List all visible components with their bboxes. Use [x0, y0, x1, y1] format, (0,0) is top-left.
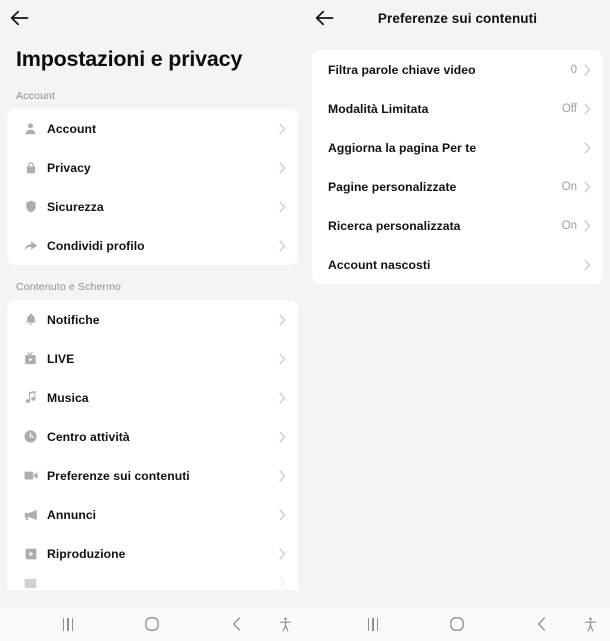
- dual-screenshot: Impostazioni e privacy Account Account P…: [0, 0, 610, 641]
- chevron-right-icon: [279, 469, 286, 482]
- sidebar-item-privacy[interactable]: Privacy: [7, 148, 298, 187]
- clock-icon: [23, 429, 38, 444]
- list-item-label: Account nascosti: [328, 257, 431, 272]
- chevron-right-icon: [279, 391, 286, 404]
- recents-icon[interactable]: [46, 607, 90, 641]
- back-icon[interactable]: [216, 607, 256, 641]
- settings-privacy-screen: Impostazioni e privacy Account Account P…: [0, 0, 305, 641]
- chevron-right-icon: [279, 239, 286, 252]
- chevron-right-icon: [279, 161, 286, 174]
- list-item-value: On: [561, 219, 577, 232]
- list-item-account-nascosti[interactable]: Account nascosti: [312, 245, 603, 284]
- back-arrow-icon[interactable]: [0, 0, 38, 36]
- left-topbar: [0, 0, 305, 36]
- sidebar-item-sicurezza[interactable]: Sicurezza: [7, 187, 298, 226]
- sidebar-item-live[interactable]: LIVE: [7, 339, 298, 378]
- chevron-right-icon: [279, 430, 286, 443]
- accessibility-icon[interactable]: [573, 607, 607, 641]
- chevron-right-icon: [279, 122, 286, 135]
- list-item-aggiorna-la-pagina-per-te[interactable]: Aggiorna la pagina Per te: [312, 128, 603, 167]
- chevron-right-icon: [279, 352, 286, 365]
- sidebar-item-notifiche[interactable]: Notifiche: [7, 300, 298, 339]
- recents-icon[interactable]: [351, 607, 395, 641]
- sidebar-item-label: LIVE: [47, 351, 75, 366]
- content-preferences-group: Filtra parole chiave video 0 Modalità Li…: [312, 50, 603, 284]
- list-item-modalita-limitata[interactable]: Modalità Limitata Off: [312, 89, 603, 128]
- list-item-clipped[interactable]: [7, 573, 298, 590]
- video-camera-icon: [23, 468, 38, 483]
- sidebar-item-condividi-profilo[interactable]: Condividi profilo: [7, 226, 298, 265]
- list-item-value: 0: [570, 63, 577, 76]
- sidebar-item-label: Centro attività: [47, 429, 130, 444]
- music-note-icon: [23, 390, 38, 405]
- chevron-right-icon: [279, 313, 286, 326]
- partial-icon: [23, 576, 38, 590]
- sidebar-item-label: Condividi profilo: [47, 238, 145, 253]
- list-item-label: Modalità Limitata: [328, 101, 429, 116]
- sidebar-item-label: Annunci: [47, 507, 97, 522]
- person-icon: [23, 121, 38, 136]
- list-item-value: On: [561, 180, 577, 193]
- chevron-right-icon: [279, 576, 286, 588]
- sidebar-item-riproduzione[interactable]: Riproduzione: [7, 534, 298, 573]
- page-title: Preferenze sui contenuti: [377, 10, 538, 26]
- home-icon[interactable]: [435, 607, 479, 641]
- chevron-right-icon: [279, 508, 286, 521]
- chevron-right-icon: [584, 258, 591, 271]
- list-item-value: Off: [561, 102, 577, 115]
- chevron-right-icon: [584, 141, 591, 154]
- list-item-ricerca-personalizzata[interactable]: Ricerca personalizzata On: [312, 206, 603, 245]
- list-item-label: [47, 576, 279, 590]
- sidebar-item-label: Riproduzione: [47, 546, 126, 561]
- list-item-label: Filtra parole chiave video: [328, 62, 476, 77]
- sidebar-item-musica[interactable]: Musica: [7, 378, 298, 417]
- right-topbar: Preferenze sui contenuti: [305, 0, 610, 36]
- chevron-right-icon: [584, 102, 591, 115]
- section-label-contenuto-e-schermo: Contenuto e Schermo: [16, 281, 121, 293]
- content-preferences-screen: Preferenze sui contenuti Filtra parole c…: [305, 0, 610, 641]
- accessibility-icon[interactable]: [268, 607, 302, 641]
- page-title: Impostazioni e privacy: [16, 47, 243, 71]
- chevron-right-icon: [584, 63, 591, 76]
- settings-group-contenuto: Notifiche LIVE Musica Centro attività Pr…: [7, 300, 298, 590]
- list-item-label: Ricerca personalizzata: [328, 218, 461, 233]
- bell-icon: [23, 312, 38, 327]
- live-icon: [23, 351, 38, 366]
- chevron-right-icon: [279, 200, 286, 213]
- megaphone-icon: [23, 507, 38, 522]
- settings-list-scroll[interactable]: Account Account Privacy Sicurezza Condiv…: [0, 74, 305, 607]
- sidebar-item-label: Musica: [47, 390, 89, 405]
- lock-icon: [23, 160, 38, 175]
- sidebar-item-label: Sicurezza: [47, 199, 104, 214]
- sidebar-item-preferenze-sui-contenuti[interactable]: Preferenze sui contenuti: [7, 456, 298, 495]
- sidebar-item-account[interactable]: Account: [7, 109, 298, 148]
- shield-icon: [23, 199, 38, 214]
- chevron-right-icon: [279, 547, 286, 560]
- chevron-right-icon: [584, 219, 591, 232]
- settings-group-account: Account Privacy Sicurezza Condividi prof…: [7, 109, 298, 265]
- share-icon: [23, 238, 38, 253]
- sidebar-item-annunci[interactable]: Annunci: [7, 495, 298, 534]
- section-label-account: Account: [16, 90, 55, 102]
- sidebar-item-label: Account: [47, 121, 97, 136]
- chevron-right-icon: [584, 180, 591, 193]
- list-item-label: Aggiorna la pagina Per te: [328, 140, 477, 155]
- android-navbar-right: [305, 607, 610, 641]
- list-item-filtra-parole-chiave-video[interactable]: Filtra parole chiave video 0: [312, 50, 603, 89]
- content-preferences-scroll[interactable]: Filtra parole chiave video 0 Modalità Li…: [305, 36, 610, 607]
- sidebar-item-label: Privacy: [47, 160, 91, 175]
- sidebar-item-centro-attivita[interactable]: Centro attività: [7, 417, 298, 456]
- play-box-icon: [23, 546, 38, 561]
- home-icon[interactable]: [130, 607, 174, 641]
- back-arrow-icon[interactable]: [305, 0, 343, 36]
- list-item-label: Pagine personalizzate: [328, 179, 457, 194]
- back-icon[interactable]: [521, 607, 561, 641]
- sidebar-item-label: Preferenze sui contenuti: [47, 468, 190, 483]
- sidebar-item-label: Notifiche: [47, 312, 100, 327]
- android-navbar-left: [0, 607, 305, 641]
- list-item-pagine-personalizzate[interactable]: Pagine personalizzate On: [312, 167, 603, 206]
